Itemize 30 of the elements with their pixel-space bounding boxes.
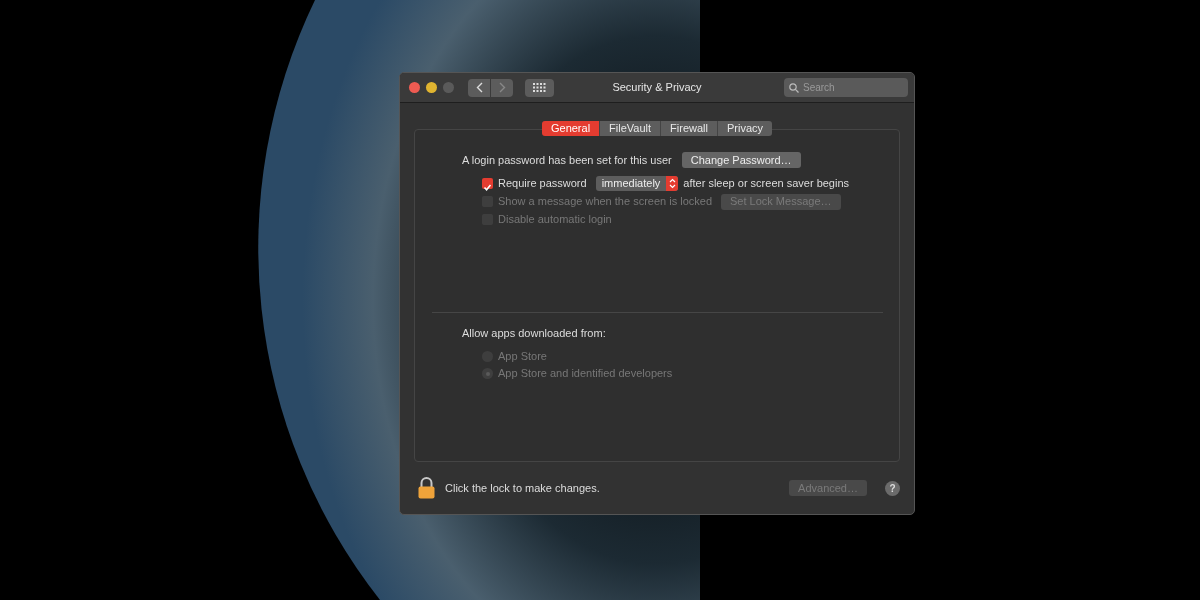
chevron-right-icon [498, 82, 506, 93]
close-button[interactable] [409, 82, 420, 93]
checkbox[interactable] [482, 178, 493, 189]
tab[interactable]: Privacy [718, 121, 773, 136]
padlock-icon[interactable] [418, 477, 435, 499]
stepper-arrows-icon [668, 178, 676, 189]
checkbox-label: Show a message when the screen is locked [498, 194, 712, 210]
tab[interactable]: General [541, 121, 601, 136]
search-icon [789, 83, 799, 93]
search-field[interactable]: Search [784, 78, 908, 97]
minimize-button[interactable] [426, 82, 437, 93]
tab[interactable]: FileVault [600, 121, 662, 136]
tab[interactable]: Firewall [661, 121, 718, 136]
lock-hint-text: Click the lock to make changes. [445, 480, 600, 496]
change-password-button[interactable]: Change Password… [681, 152, 801, 169]
help-button[interactable]: ? [885, 480, 900, 496]
interval-dropdown[interactable]: immediately [595, 176, 679, 191]
grid-icon [533, 83, 546, 92]
login-password-text: A login password has been set for this user [462, 153, 672, 168]
forward-button[interactable] [491, 78, 513, 97]
checkbox-label: Require password [498, 176, 587, 192]
show-all-button[interactable] [525, 78, 554, 97]
radio-label: App Store [498, 349, 547, 365]
after-sleep-text: after sleep or screen saver begins [683, 176, 850, 192]
radio-label: App Store and identified developers [498, 366, 673, 382]
checkbox-label: Disable automatic login [498, 212, 612, 228]
window-title: Security & Privacy [612, 81, 702, 94]
back-button[interactable] [468, 78, 490, 97]
chevron-left-icon [475, 82, 483, 93]
allow-apps-label: Allow apps downloaded from: [462, 326, 606, 339]
